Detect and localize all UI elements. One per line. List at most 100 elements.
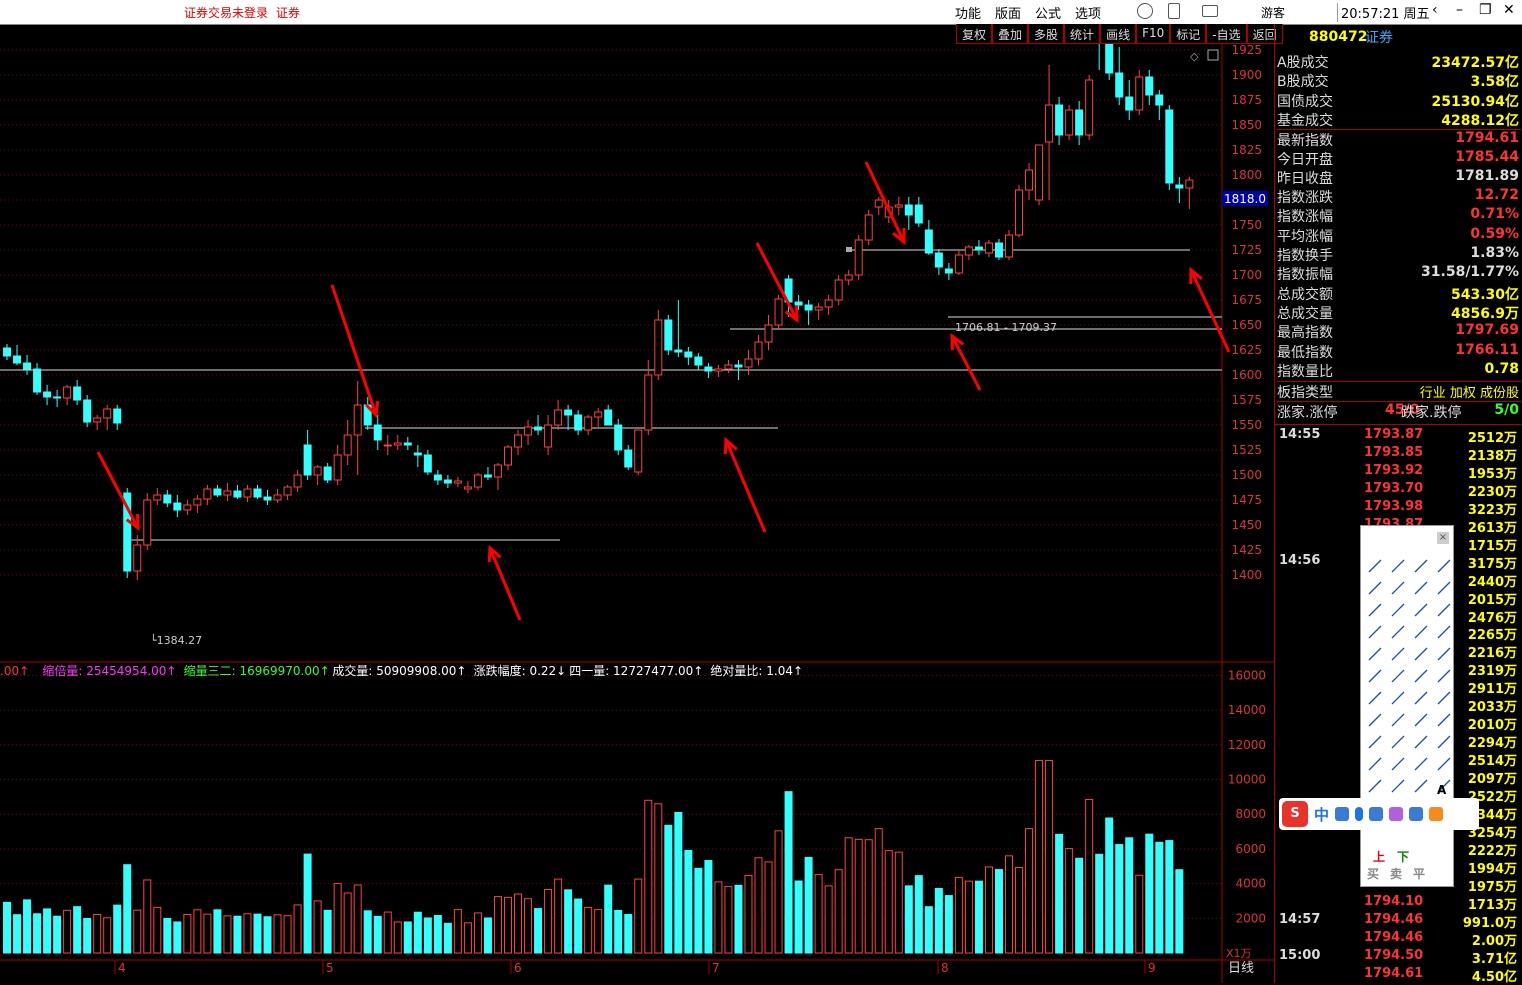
draw-tool-icon[interactable]	[1391, 647, 1405, 661]
menu-layout[interactable]: 版面	[995, 3, 1021, 22]
draw-tool-icon[interactable]	[1437, 757, 1451, 771]
toolbar-f10[interactable]: F10	[1136, 24, 1171, 44]
refresh-icon[interactable]	[1137, 3, 1153, 19]
draw-tool-icon[interactable]	[1437, 559, 1451, 573]
draw-tool-icon[interactable]	[1391, 603, 1405, 617]
draw-tool-icon[interactable]	[1368, 625, 1382, 639]
line-handle[interactable]	[846, 247, 852, 252]
draw-tool-icon[interactable]	[1414, 735, 1428, 749]
login-status-text[interactable]: 证券交易未登录	[184, 6, 268, 20]
draw-tool-icon[interactable]	[1414, 757, 1428, 771]
draw-tool-icon[interactable]	[1414, 559, 1428, 573]
draw-text-label[interactable]: A	[1437, 783, 1447, 797]
toolbar-mark[interactable]: 标记	[1170, 24, 1207, 44]
toolbar-stats[interactable]: 统计	[1064, 24, 1101, 44]
draw-tool-icon[interactable]	[1414, 625, 1428, 639]
toolbar-draw[interactable]: 画线	[1100, 24, 1137, 44]
draw-tool-icon[interactable]	[1368, 603, 1382, 617]
restore-icon[interactable]: ❐	[1479, 2, 1492, 18]
candle-body	[854, 239, 863, 276]
draw-sell-label[interactable]: 卖	[1390, 866, 1402, 881]
ime-apps-icon[interactable]	[1409, 807, 1424, 821]
draw-tool-icon[interactable]	[1437, 647, 1451, 661]
draw-tool-icon[interactable]	[1414, 691, 1428, 705]
draw-tool-icon[interactable]	[1437, 735, 1451, 749]
menu-formula[interactable]: 公式	[1035, 3, 1061, 22]
candle-body	[914, 204, 923, 224]
candle-body	[994, 242, 1003, 258]
ime-mode[interactable]: 中	[1314, 804, 1329, 825]
draw-tool-icon[interactable]	[1391, 779, 1405, 793]
draw-tool-icon[interactable]	[1368, 669, 1382, 683]
draw-tool-icon[interactable]	[1368, 713, 1382, 727]
kline-chart[interactable]: 1950192519001875185018251800177517501725…	[0, 44, 1274, 983]
drawing-palette[interactable]: × 上下买卖平 A	[1360, 525, 1454, 887]
period-tab[interactable]: 日线	[1228, 957, 1254, 976]
menu-function[interactable]: 功能	[955, 3, 981, 22]
draw-tool-icon[interactable]	[1368, 559, 1382, 573]
draw-tool-icon[interactable]	[1391, 757, 1405, 771]
login-status[interactable]: 证券交易未登录 证券	[184, 4, 308, 21]
ime-punct-icon[interactable]	[1335, 807, 1350, 821]
volume-bar	[1085, 798, 1094, 954]
draw-tool-icon[interactable]	[1414, 647, 1428, 661]
draw-tool-icon[interactable]	[1391, 735, 1405, 749]
draw-tool-icon[interactable]	[1437, 581, 1451, 595]
ime-keyboard-icon[interactable]	[1369, 807, 1384, 821]
candle-body	[574, 414, 583, 431]
draw-tool-icon[interactable]	[1414, 603, 1428, 617]
palette-close-icon[interactable]: ×	[1437, 532, 1449, 544]
toolbar-watchlist[interactable]: -自选	[1206, 24, 1247, 44]
draw-tool-icon[interactable]	[1368, 757, 1382, 771]
close-icon[interactable]: ✕	[1503, 2, 1515, 18]
ime-toolbar[interactable]: S 中	[1279, 798, 1479, 830]
draw-tool-icon[interactable]	[1391, 559, 1405, 573]
draw-tool-icon[interactable]	[1391, 625, 1405, 639]
draw-tool-icon[interactable]	[1414, 581, 1428, 595]
candle-body	[844, 274, 853, 281]
draw-tool-icon[interactable]	[1414, 713, 1428, 727]
draw-tool-icon[interactable]	[1391, 581, 1405, 595]
user-name[interactable]: 游客	[1261, 4, 1285, 21]
draw-tool-icon[interactable]	[1437, 603, 1451, 617]
ime-more-icon[interactable]	[1429, 807, 1444, 821]
draw-flat-label[interactable]: 平	[1413, 867, 1425, 881]
mail-icon[interactable]	[1202, 5, 1218, 17]
toolbar-multi[interactable]: 多股	[1028, 24, 1065, 44]
back-icon[interactable]: ‹	[1432, 2, 1438, 18]
index-type-value[interactable]: 行业 加权 成份股	[1420, 382, 1519, 401]
draw-tool-icon[interactable]	[1414, 779, 1428, 793]
drawing-tools-grid[interactable]: 上下买卖平 A	[1361, 526, 1453, 886]
toolbar-overlay[interactable]: 叠加	[992, 24, 1029, 44]
volume-bar	[203, 913, 212, 954]
draw-tool-icon[interactable]	[1391, 691, 1405, 705]
draw-tool-icon[interactable]	[1437, 713, 1451, 727]
ime-skin-icon[interactable]	[1389, 807, 1404, 821]
draw-tool-icon[interactable]	[1391, 713, 1405, 727]
volume-bar	[13, 914, 22, 954]
toolbar-adjust[interactable]: 复权	[956, 24, 993, 44]
pane-toggle-icon[interactable]	[1207, 49, 1219, 61]
index-code: 880472	[1309, 29, 1368, 45]
draw-buy-label[interactable]: 买	[1367, 867, 1379, 881]
draw-tool-icon[interactable]	[1437, 691, 1451, 705]
broker-name[interactable]: 证券	[276, 6, 300, 20]
phone-icon[interactable]	[1168, 3, 1180, 19]
draw-tool-icon[interactable]	[1368, 779, 1382, 793]
diamond-icon[interactable]: ◇	[1190, 50, 1199, 63]
ime-mic-icon[interactable]	[1355, 807, 1364, 821]
draw-tool-icon[interactable]	[1368, 735, 1382, 749]
draw-tool-icon[interactable]	[1368, 581, 1382, 595]
candle-body	[1065, 109, 1074, 136]
volume-bar	[263, 916, 272, 954]
draw-tool-icon[interactable]	[1391, 669, 1405, 683]
draw-tool-icon[interactable]	[1368, 691, 1382, 705]
minimize-icon[interactable]: –	[1456, 2, 1463, 18]
menu-options[interactable]: 选项	[1075, 3, 1101, 22]
draw-tool-icon[interactable]	[1437, 669, 1451, 683]
draw-down-label[interactable]: 下	[1397, 850, 1409, 864]
draw-tool-icon[interactable]	[1437, 625, 1451, 639]
draw-tool-icon[interactable]	[1414, 669, 1428, 683]
draw-tool-icon[interactable]	[1368, 647, 1382, 661]
draw-up-label[interactable]: 上	[1373, 849, 1385, 864]
